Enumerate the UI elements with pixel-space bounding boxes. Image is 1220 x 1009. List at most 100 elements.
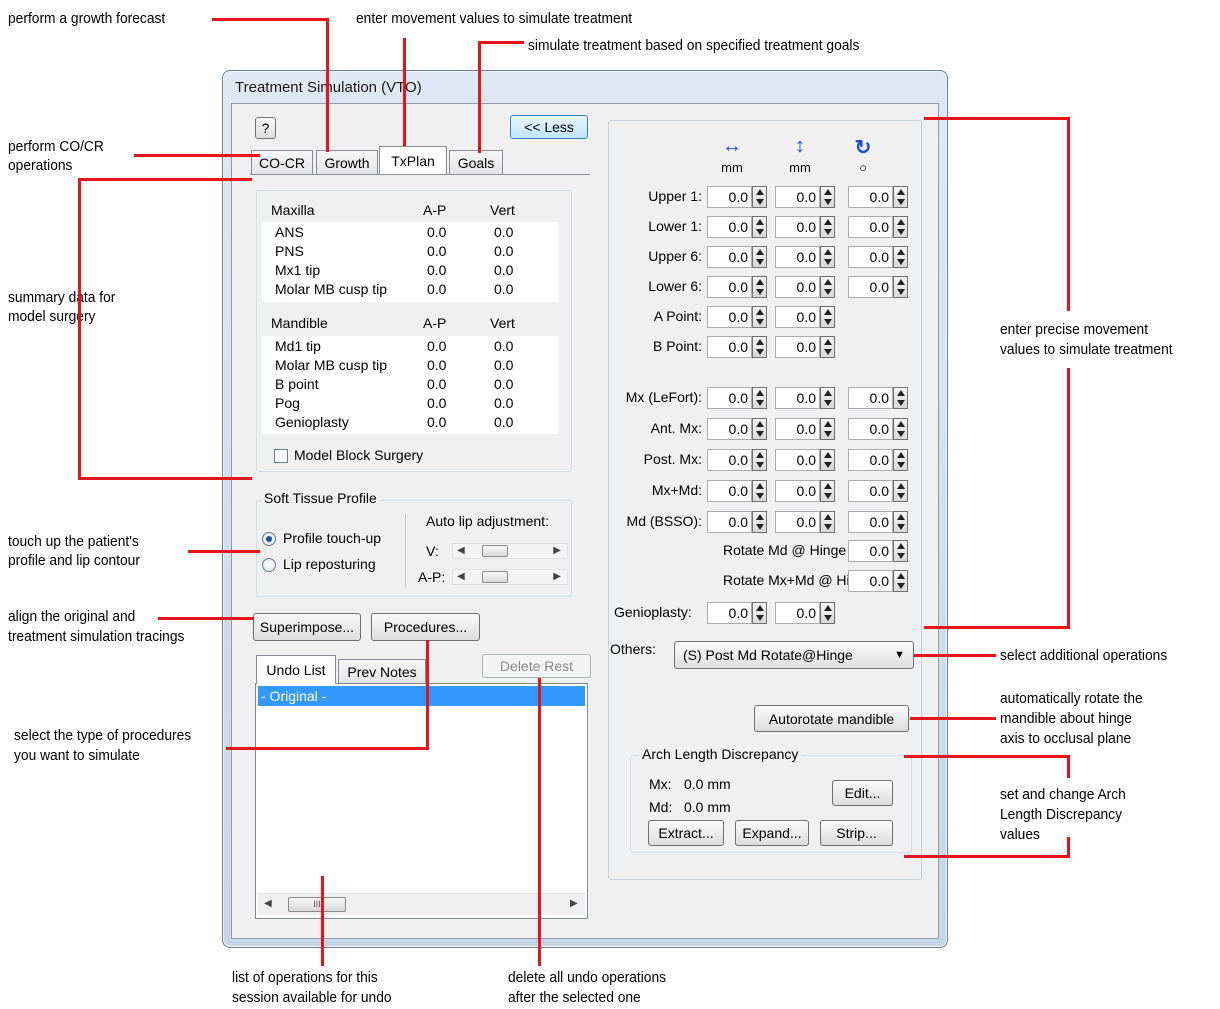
undo-scroll-thumb[interactable]: III [288, 897, 346, 912]
jaw-movement-spinner-value[interactable]: 0.0 [848, 418, 893, 440]
undo-item-original[interactable]: - Original - [258, 686, 585, 706]
tooth-movement-spinner-value[interactable]: 0.0 [775, 246, 820, 268]
spinner-arrows-icon[interactable] [752, 418, 767, 440]
spinner-arrows-icon[interactable] [820, 480, 835, 502]
spinner-arrows-icon[interactable] [893, 186, 908, 208]
jaw-movement-spinner[interactable]: 0.0 [707, 449, 767, 471]
genioplasty-spinner[interactable]: 0.0 [775, 602, 835, 624]
tooth-movement-spinner[interactable]: 0.0 [775, 246, 835, 268]
jaw-movement-spinner[interactable]: 0.0 [848, 511, 908, 533]
spinner-arrows-icon[interactable] [893, 570, 908, 592]
help-button[interactable]: ? [255, 117, 276, 139]
spinner-arrows-icon[interactable] [893, 246, 908, 268]
jaw-movement-spinner[interactable]: 0.0 [848, 387, 908, 409]
spinner-arrows-icon[interactable] [820, 306, 835, 328]
tab-growth[interactable]: Growth [316, 150, 378, 174]
jaw-movement-spinner-value[interactable]: 0.0 [775, 418, 820, 440]
spinner-arrows-icon[interactable] [820, 336, 835, 358]
jaw-movement-spinner[interactable]: 0.0 [775, 449, 835, 471]
arch-strip-button[interactable]: Strip... [820, 820, 893, 846]
tooth-movement-spinner-value[interactable]: 0.0 [848, 246, 893, 268]
spinner-arrows-icon[interactable] [820, 246, 835, 268]
jaw-movement-spinner-value[interactable]: 0.0 [775, 511, 820, 533]
spinner-arrows-icon[interactable] [820, 216, 835, 238]
spinner-arrows-icon[interactable] [752, 246, 767, 268]
tooth-movement-spinner-value[interactable]: 0.0 [707, 306, 752, 328]
spinner-arrows-icon[interactable] [893, 540, 908, 562]
tooth-movement-spinner-value[interactable]: 0.0 [707, 336, 752, 358]
jaw-movement-spinner[interactable]: 0.0 [707, 387, 767, 409]
spinner-arrows-icon[interactable] [752, 186, 767, 208]
jaw-movement-spinner[interactable]: 0.0 [707, 480, 767, 502]
jaw-movement-spinner-value[interactable]: 0.0 [775, 449, 820, 471]
rotate-mxmd-spinner[interactable]: 0.0 [848, 570, 908, 592]
tooth-movement-spinner-value[interactable]: 0.0 [848, 276, 893, 298]
spinner-arrows-icon[interactable] [752, 306, 767, 328]
spinner-arrows-icon[interactable] [820, 511, 835, 533]
slider-right-arrow-icon[interactable]: ▶ [553, 545, 561, 556]
spinner-arrows-icon[interactable] [752, 480, 767, 502]
undo-hscrollbar[interactable]: ◀ III ▶ [258, 893, 585, 915]
tab-txplan[interactable]: TxPlan [379, 146, 447, 174]
tab-goals[interactable]: Goals [449, 150, 503, 174]
v-slider-thumb[interactable] [482, 545, 509, 557]
tooth-movement-spinner[interactable]: 0.0 [707, 216, 767, 238]
spinner-arrows-icon[interactable] [752, 511, 767, 533]
slider-left-arrow-icon[interactable]: ◀ [457, 545, 465, 556]
spinner-arrows-icon[interactable] [893, 387, 908, 409]
spinner-arrows-icon[interactable] [820, 602, 835, 624]
genioplasty-spinner-value[interactable]: 0.0 [707, 602, 752, 624]
jaw-movement-spinner[interactable]: 0.0 [775, 418, 835, 440]
tooth-movement-spinner[interactable]: 0.0 [707, 306, 767, 328]
spinner-arrows-icon[interactable] [752, 336, 767, 358]
tooth-movement-spinner[interactable]: 0.0 [848, 246, 908, 268]
tooth-movement-spinner-value[interactable]: 0.0 [775, 336, 820, 358]
jaw-movement-spinner-value[interactable]: 0.0 [707, 480, 752, 502]
tooth-movement-spinner-value[interactable]: 0.0 [775, 306, 820, 328]
delete-rest-button[interactable]: Delete Rest [482, 654, 591, 678]
jaw-movement-spinner-value[interactable]: 0.0 [707, 449, 752, 471]
jaw-movement-spinner-value[interactable]: 0.0 [775, 480, 820, 502]
jaw-movement-spinner-value[interactable]: 0.0 [707, 387, 752, 409]
jaw-movement-spinner[interactable]: 0.0 [848, 480, 908, 502]
spinner-arrows-icon[interactable] [893, 418, 908, 440]
ap-slider-thumb[interactable] [482, 571, 509, 583]
slider-left-arrow-icon[interactable]: ◀ [457, 571, 465, 582]
rotate-md-spinner-value[interactable]: 0.0 [848, 540, 893, 562]
slider-right-arrow-icon[interactable]: ▶ [553, 571, 561, 582]
spinner-arrows-icon[interactable] [893, 449, 908, 471]
jaw-movement-spinner[interactable]: 0.0 [775, 480, 835, 502]
spinner-arrows-icon[interactable] [752, 387, 767, 409]
autorotate-mandible-button[interactable]: Autorotate mandible [754, 705, 909, 732]
tooth-movement-spinner-value[interactable]: 0.0 [775, 216, 820, 238]
jaw-movement-spinner[interactable]: 0.0 [848, 418, 908, 440]
jaw-movement-spinner-value[interactable]: 0.0 [707, 511, 752, 533]
arch-edit-button[interactable]: Edit... [832, 780, 893, 806]
spinner-arrows-icon[interactable] [893, 276, 908, 298]
tooth-movement-spinner-value[interactable]: 0.0 [848, 186, 893, 208]
scroll-left-arrow-icon[interactable]: ◀ [264, 898, 272, 909]
profile-touchup-radio[interactable] [262, 532, 276, 546]
spinner-arrows-icon[interactable] [752, 449, 767, 471]
tooth-movement-spinner[interactable]: 0.0 [848, 186, 908, 208]
jaw-movement-spinner-value[interactable]: 0.0 [848, 449, 893, 471]
arch-extract-button[interactable]: Extract... [648, 820, 724, 846]
spinner-arrows-icon[interactable] [820, 276, 835, 298]
jaw-movement-spinner[interactable]: 0.0 [775, 387, 835, 409]
tab-undo-list[interactable]: Undo List [256, 655, 336, 684]
spinner-arrows-icon[interactable] [893, 480, 908, 502]
tooth-movement-spinner[interactable]: 0.0 [707, 336, 767, 358]
superimpose-button[interactable]: Superimpose... [253, 613, 361, 641]
procedures-button[interactable]: Procedures... [371, 613, 480, 641]
spinner-arrows-icon[interactable] [752, 602, 767, 624]
jaw-movement-spinner[interactable]: 0.0 [775, 511, 835, 533]
tooth-movement-spinner[interactable]: 0.0 [775, 336, 835, 358]
genioplasty-spinner[interactable]: 0.0 [707, 602, 767, 624]
tooth-movement-spinner[interactable]: 0.0 [775, 216, 835, 238]
jaw-movement-spinner-value[interactable]: 0.0 [707, 418, 752, 440]
tooth-movement-spinner[interactable]: 0.0 [775, 186, 835, 208]
scroll-right-arrow-icon[interactable]: ▶ [570, 898, 578, 909]
tooth-movement-spinner-value[interactable]: 0.0 [707, 276, 752, 298]
tab-co-cr[interactable]: CO-CR [251, 150, 313, 174]
chevron-down-icon[interactable]: ▼ [894, 642, 905, 668]
